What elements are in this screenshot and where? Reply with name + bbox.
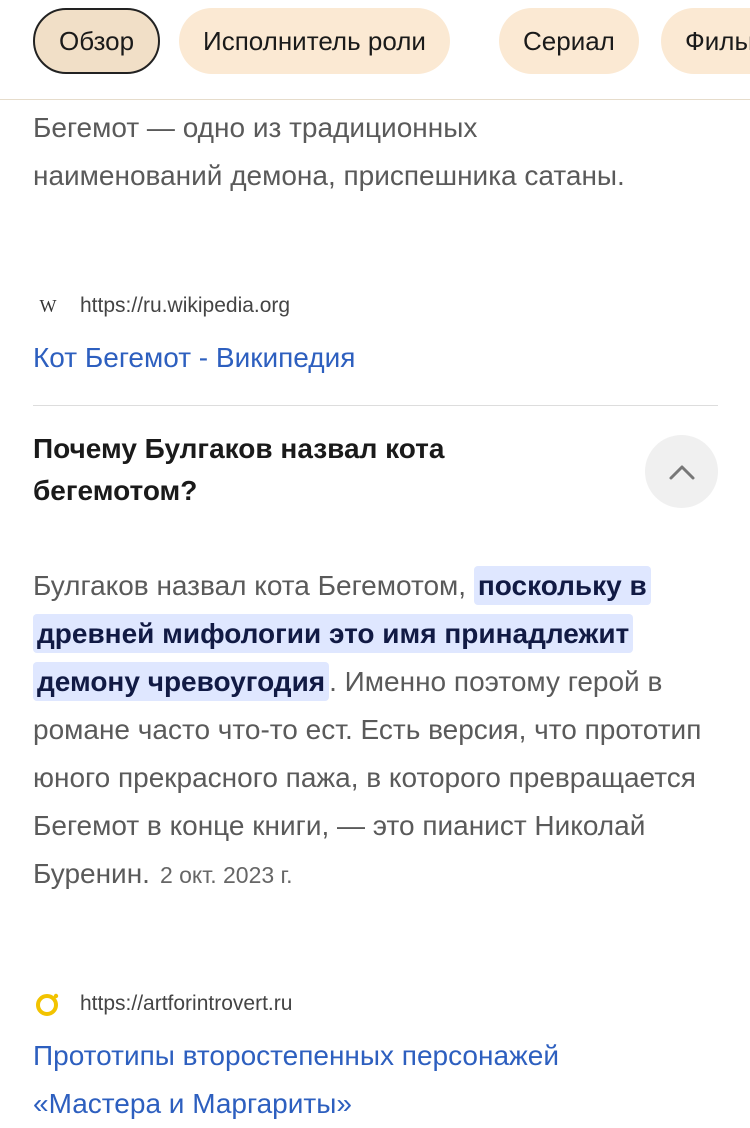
collapse-button[interactable] [645, 435, 718, 508]
chip-film[interactable]: Фильм [661, 8, 750, 74]
answer-text-start: Булгаков назвал кота Бегемотом, [33, 570, 474, 601]
source-url: https://ru.wikipedia.org [80, 294, 291, 317]
faq-answer: Булгаков назвал кота Бегемотом, поскольк… [33, 562, 733, 899]
ring-logo-icon [33, 989, 63, 1019]
chip-overview[interactable]: Обзор [33, 8, 161, 74]
faq-question[interactable]: Почему Булгаков назвал кота бегемотом? [33, 428, 593, 512]
divider [33, 405, 718, 406]
wikipedia-w-icon: W [39, 295, 57, 316]
chevron-up-icon [669, 465, 694, 479]
chip-series[interactable]: Сериал [499, 8, 639, 74]
result-snippet: Бегемот — одно из традиционных наименова… [33, 112, 625, 191]
result-title-link[interactable]: Кот Бегемот - Википедия [33, 334, 723, 382]
result-title-link-2[interactable]: Прототипы второстепенных персонажей «Мас… [33, 1032, 673, 1128]
result-source-2[interactable]: https://artforintrovert.ru [33, 989, 292, 1019]
chip-role-performer[interactable]: Исполнитель роли [179, 8, 450, 74]
source-url-2: https://artforintrovert.ru [80, 992, 293, 1015]
answer-date: 2 окт. 2023 г. [159, 862, 293, 888]
result-source[interactable]: W https://ru.wikipedia.org [33, 291, 291, 321]
filter-chips-bar: Обзор Исполнитель роли Сериал Фильм [0, 0, 750, 100]
